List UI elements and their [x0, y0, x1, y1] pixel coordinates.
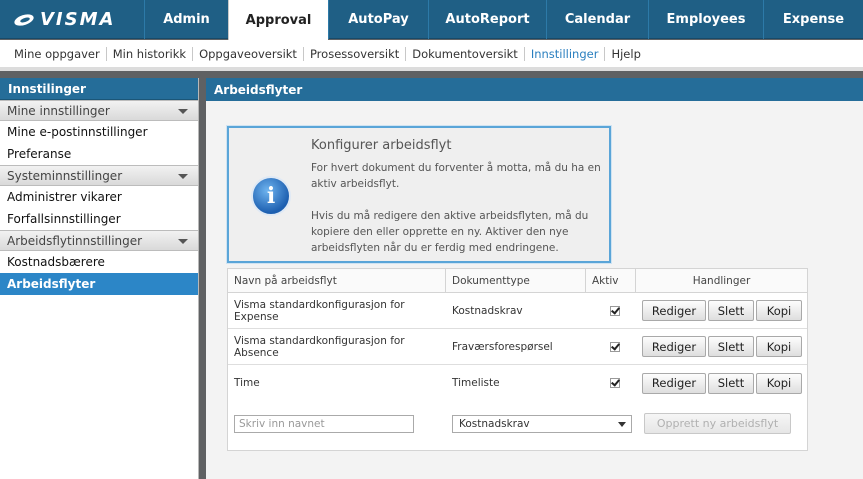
- sub-navigation: Mine oppgaver Min historikk Oppgaveovers…: [0, 40, 863, 71]
- actions-cell: Rediger Slett Kopi: [636, 293, 807, 328]
- chevron-down-icon: [178, 239, 188, 244]
- subtab-min-historikk[interactable]: Min historikk: [107, 46, 194, 61]
- dropdown-arrow-icon: [618, 422, 626, 427]
- tab-autopay[interactable]: AutoPay: [328, 0, 428, 39]
- sidebar-group-label: Arbeidsflytinnstillinger: [7, 233, 143, 248]
- info-paragraph-2: Hvis du må redigere den aktive arbeidsfl…: [311, 210, 589, 254]
- subtab-dokumentoversikt[interactable]: Dokumentoversikt: [406, 46, 525, 61]
- edit-button[interactable]: Rediger: [642, 372, 706, 394]
- info-icon: i: [251, 176, 291, 216]
- main-panel: Arbeidsflyter i Konfigurer arbeidsflyt F…: [206, 78, 863, 479]
- sidebar-group-mine-innstillinger[interactable]: Mine innstillinger: [0, 100, 198, 121]
- logo-text: VISMA: [40, 9, 116, 30]
- subtab-mine-oppgaver[interactable]: Mine oppgaver: [8, 46, 107, 61]
- tab-autoreport[interactable]: AutoReport: [428, 0, 546, 39]
- active-checkbox[interactable]: [610, 378, 620, 388]
- sidebar-item-arbeidsflyter[interactable]: Arbeidsflyter: [0, 273, 198, 295]
- visma-logo[interactable]: VISMA: [0, 0, 144, 39]
- info-title: Konfigurer arbeidsflyt: [311, 138, 452, 153]
- table-row: Visma standardkonfigurasjon for Expense …: [228, 293, 807, 329]
- actions-cell: Rediger Slett Kopi: [636, 365, 807, 401]
- create-workflow-button[interactable]: Opprett ny arbeidsflyt: [644, 413, 791, 434]
- column-header-type: Dokumenttype: [446, 269, 586, 292]
- workflow-table: Navn på arbeidsflyt Dokumenttype Aktiv H…: [227, 268, 808, 451]
- info-box: i Konfigurer arbeidsflyt For hvert dokum…: [227, 126, 611, 263]
- sidebar-item-kostnadsbaerere[interactable]: Kostnadsbærere: [0, 251, 198, 273]
- selected-document-type: Kostnadskrav: [459, 418, 530, 430]
- copy-button[interactable]: Kopi: [756, 372, 802, 394]
- edit-button[interactable]: Rediger: [642, 300, 706, 321]
- active-checkbox[interactable]: [610, 305, 620, 316]
- copy-button[interactable]: Kopi: [756, 336, 802, 357]
- workflow-name-input[interactable]: Skriv inn navnet: [234, 415, 414, 433]
- active-cell: [586, 365, 636, 401]
- page-title: Arbeidsflyter: [206, 78, 863, 101]
- sidebar-group-arbeidsflytinnstillinger[interactable]: Arbeidsflytinnstillinger: [0, 230, 198, 251]
- subtab-innstillinger[interactable]: Innstillinger: [525, 46, 606, 61]
- copy-button[interactable]: Kopi: [756, 300, 802, 321]
- workflow-name: Visma standardkonfigurasjon for Expense: [234, 298, 405, 323]
- sidebar-item-forfallsinnstillinger[interactable]: Forfallsinnstillinger: [0, 208, 198, 230]
- edit-button[interactable]: Rediger: [642, 336, 706, 357]
- delete-button[interactable]: Slett: [708, 336, 754, 357]
- info-paragraph-1: For hvert dokument du forventer å motta,…: [311, 162, 601, 190]
- sidebar-group-label: Systeminnstillinger: [7, 168, 123, 183]
- column-header-actions: Handlinger: [692, 274, 751, 287]
- chevron-down-icon: [178, 109, 188, 114]
- workflow-type: Kostnadskrav: [452, 304, 523, 317]
- workflow-name: Time: [234, 377, 260, 389]
- tab-admin[interactable]: Admin: [144, 0, 228, 39]
- top-navigation: VISMA Admin Approval AutoPay AutoReport …: [0, 0, 863, 40]
- delete-button[interactable]: Slett: [708, 300, 754, 321]
- active-checkbox[interactable]: [610, 341, 620, 352]
- sidebar-item-administrer-vikarer[interactable]: Administrer vikarer: [0, 186, 198, 208]
- tab-employees[interactable]: Employees: [648, 0, 763, 39]
- settings-sidebar: Innstilinger Mine innstillinger Mine e-p…: [0, 78, 199, 479]
- table-row: Time Timeliste Rediger Slett Kopi: [228, 365, 807, 401]
- sidebar-item-mine-e-postinnstillinger[interactable]: Mine e-postinnstillinger: [0, 121, 198, 143]
- visma-swoosh-icon: [14, 13, 36, 27]
- sidebar-item-preferanse[interactable]: Preferanse: [0, 143, 198, 165]
- workflow-type: Timeliste: [452, 377, 500, 389]
- tab-expense[interactable]: Expense: [763, 0, 863, 39]
- subtab-hjelp[interactable]: Hjelp: [605, 47, 646, 61]
- workflow-type: Fraværsforespørsel: [452, 340, 553, 353]
- subtab-prosessoversikt[interactable]: Prosessoversikt: [304, 46, 407, 61]
- column-header-name: Navn på arbeidsflyt: [228, 269, 446, 292]
- actions-cell: Rediger Slett Kopi: [636, 329, 807, 364]
- subtab-oppgaveoversikt[interactable]: Oppgaveoversikt: [193, 46, 304, 61]
- column-header-active: Aktiv: [586, 269, 636, 292]
- document-type-select[interactable]: Kostnadskrav: [452, 415, 632, 433]
- active-cell: [586, 329, 636, 364]
- new-workflow-row: Skriv inn navnet Kostnadskrav Opprett ny…: [228, 407, 807, 443]
- sidebar-group-label: Mine innstillinger: [7, 103, 110, 118]
- workflow-name: Visma standardkonfigurasjon for Absence: [234, 334, 405, 359]
- active-cell: [586, 293, 636, 328]
- delete-button[interactable]: Slett: [708, 372, 754, 394]
- tab-approval[interactable]: Approval: [228, 0, 328, 40]
- sidebar-title: Innstilinger: [0, 78, 198, 100]
- sidebar-group-systeminnstillinger[interactable]: Systeminnstillinger: [0, 165, 198, 186]
- table-row: Visma standardkonfigurasjon for Absence …: [228, 329, 807, 365]
- chevron-down-icon: [178, 174, 188, 179]
- table-header-row: Navn på arbeidsflyt Dokumenttype Aktiv H…: [228, 269, 807, 293]
- tab-calendar[interactable]: Calendar: [546, 0, 648, 39]
